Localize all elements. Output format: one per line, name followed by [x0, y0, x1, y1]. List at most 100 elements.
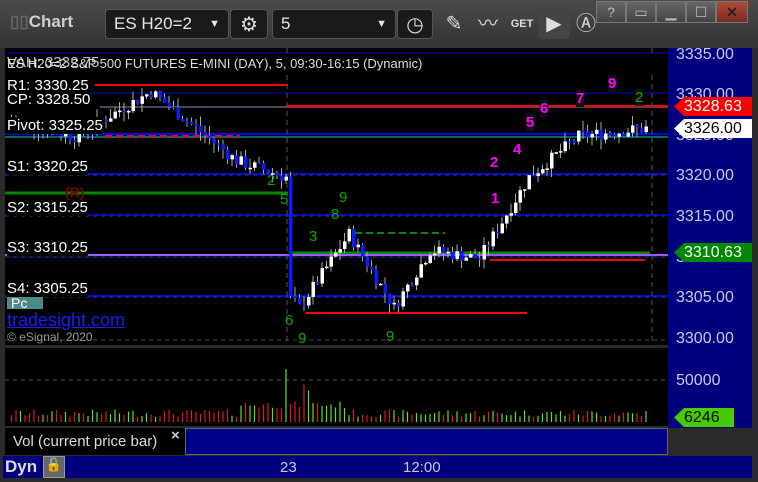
- pencil-icon[interactable]: ✎: [438, 9, 470, 39]
- candle: [307, 296, 311, 306]
- candle: [136, 100, 140, 104]
- candle: [131, 100, 135, 111]
- candle: [617, 133, 621, 137]
- s3-label: S3: 3310.25: [7, 239, 88, 256]
- interval-value: 5: [281, 14, 291, 33]
- maximize-button[interactable]: ☐: [686, 1, 716, 23]
- candle: [568, 141, 572, 143]
- count-label: 4: [513, 141, 522, 158]
- volume-pane[interactable]: [5, 348, 668, 426]
- candle: [239, 156, 243, 165]
- candle: [244, 156, 248, 168]
- clock-icon[interactable]: ◷: [397, 9, 433, 39]
- candle: [352, 229, 356, 248]
- time-label: 12:00: [403, 459, 441, 476]
- candle: [518, 190, 522, 203]
- play-icon[interactable]: ▶: [538, 9, 570, 39]
- time-axis[interactable]: Dyn 🔓 23 12:00: [3, 456, 752, 478]
- candle: [451, 251, 455, 260]
- candle: [203, 132, 207, 136]
- candle: [329, 256, 333, 267]
- candle: [257, 162, 261, 164]
- candle: [334, 252, 338, 257]
- candle: [262, 163, 266, 170]
- candle: [221, 144, 225, 150]
- candle: [559, 151, 563, 153]
- candle: [455, 251, 459, 260]
- count-label: 5: [280, 191, 289, 208]
- count-label: 7: [576, 90, 585, 107]
- close-button[interactable]: ✕: [716, 1, 748, 23]
- minimize-button[interactable]: ▁: [656, 1, 686, 23]
- candle: [73, 139, 77, 143]
- candle: [473, 254, 477, 259]
- candle: [536, 173, 540, 177]
- candle: [190, 121, 194, 125]
- price-tick: 3335.00: [676, 46, 734, 63]
- s2-label: S2: 3315.25: [7, 199, 88, 216]
- tradesight-link[interactable]: tradesight.com: [7, 310, 125, 331]
- candle: [577, 130, 581, 142]
- candle: [496, 231, 500, 234]
- level-price-tag: 3310.63: [674, 243, 752, 262]
- candle: [401, 291, 405, 307]
- candle: [523, 189, 527, 191]
- candle: [275, 173, 279, 176]
- cp-label: CP: 3328.50: [7, 91, 91, 108]
- price-axis[interactable]: 3335.00 3330.00 3325.00 3320.00 3315.00 …: [668, 46, 752, 428]
- candle: [194, 124, 198, 126]
- count-label: 6: [285, 312, 294, 329]
- window-title: ▯▯Chart: [10, 12, 74, 31]
- count-label: 9: [386, 328, 395, 345]
- chevron-down-icon[interactable]: ▼: [209, 18, 220, 30]
- candle: [469, 254, 473, 258]
- candle: [163, 97, 167, 103]
- candle: [212, 138, 216, 144]
- candle: [419, 264, 423, 278]
- candle: [302, 303, 306, 306]
- chevron-down-icon[interactable]: ▼: [376, 18, 387, 30]
- study-icon[interactable]: 〰: [472, 9, 504, 39]
- candle: [608, 133, 612, 136]
- candle: [383, 283, 387, 294]
- close-study-icon[interactable]: ×: [171, 427, 180, 444]
- count-label: 2: [267, 172, 276, 189]
- candle: [280, 175, 284, 181]
- get-icon[interactable]: GET: [506, 9, 538, 39]
- candle: [491, 231, 495, 247]
- candle: [532, 175, 536, 177]
- candle: [140, 96, 144, 104]
- candle: [311, 281, 315, 297]
- candle: [541, 169, 545, 174]
- gear-icon[interactable]: ⚙: [230, 9, 268, 39]
- last-price-tag: 3328.63: [674, 97, 752, 116]
- price-chart[interactable]: ES H20=2 S&P 500 FUTURES E-MINI (DAY), 5…: [5, 48, 668, 345]
- candle: [343, 241, 347, 249]
- candle: [374, 269, 378, 285]
- candle: [127, 110, 131, 113]
- price-tick: 3305.00: [676, 289, 734, 306]
- candle: [572, 141, 576, 144]
- count-label: 8: [331, 206, 340, 223]
- candle: [460, 251, 464, 261]
- candle: [527, 175, 531, 190]
- candle: [599, 129, 603, 140]
- interval-input[interactable]: 5 ▼: [272, 9, 396, 39]
- count-label: 9: [608, 75, 617, 92]
- price-tick: 3300.00: [676, 330, 734, 347]
- dyn-button[interactable]: Dyn: [5, 457, 37, 477]
- price-tick: 3315.00: [676, 208, 734, 225]
- candle: [500, 223, 504, 234]
- candle: [388, 293, 392, 305]
- s4-label: S4: 3305.25: [7, 280, 88, 297]
- symbol-input[interactable]: ES H20=2 ▼: [105, 9, 229, 39]
- lock-icon[interactable]: 🔓: [43, 456, 65, 478]
- help-button[interactable]: ?: [596, 1, 626, 23]
- candle: [316, 281, 320, 284]
- count-label: 9: [339, 189, 348, 206]
- candle: [347, 229, 351, 242]
- volume-tick: 50000: [676, 372, 721, 389]
- restore-button[interactable]: ▭: [626, 1, 656, 23]
- s1-label: S1: 3320.25: [7, 158, 88, 175]
- vah-label: VAH: 3332.75: [7, 54, 100, 71]
